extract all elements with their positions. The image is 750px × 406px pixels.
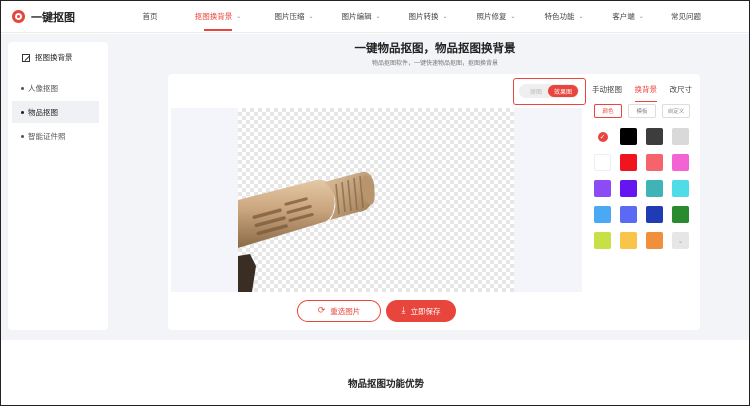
nav-item-label: 图片压缩 bbox=[274, 12, 305, 21]
sub-tab-1[interactable]: 模板 bbox=[628, 104, 656, 118]
color-swatch[interactable] bbox=[594, 154, 611, 171]
color-swatch[interactable] bbox=[594, 206, 611, 223]
sub-tab-2[interactable]: 自定义 bbox=[662, 104, 690, 118]
nav-item-label: 客户端 bbox=[612, 12, 635, 21]
color-swatch[interactable] bbox=[620, 154, 637, 171]
result-option[interactable]: 效果图 bbox=[548, 85, 578, 97]
color-swatch[interactable] bbox=[620, 128, 637, 145]
original-option[interactable]: 原图 bbox=[523, 84, 549, 98]
color-swatch[interactable] bbox=[646, 154, 663, 171]
color-swatch[interactable] bbox=[672, 128, 689, 145]
top-nav: 一键抠图 首页 抠图换背景 ⌄ 图片压缩 ⌄ 图片编辑 ⌄ 图片转换 ⌄ 照片修复 ⌄ 特色功能 ⌄ 客户… bbox=[1, 1, 749, 33]
tool-tab-1[interactable]: 换背景 bbox=[634, 84, 657, 102]
sidebar: 抠图换背景 人像抠图 物品抠图 智能证件照 bbox=[8, 42, 108, 330]
nav-item-label: 常见问题 bbox=[671, 12, 701, 21]
sub-tab-0[interactable]: 颜色 bbox=[594, 104, 622, 118]
save-label: 立即保存 bbox=[410, 306, 441, 316]
chevron-down-icon: ⌄ bbox=[308, 13, 314, 20]
color-swatch[interactable] bbox=[594, 180, 611, 197]
save-button[interactable]: ⤓ 立即保存 bbox=[386, 300, 456, 322]
page-title: 一键物品抠图，物品抠图换背景 bbox=[354, 41, 516, 55]
chevron-down-icon: ⌄ bbox=[677, 236, 684, 245]
nav-item-0[interactable]: 首页 bbox=[124, 1, 176, 33]
nav-item-7[interactable]: 客户端 ⌄ bbox=[598, 1, 658, 33]
nav-item-label: 首页 bbox=[142, 12, 158, 21]
refresh-icon: ⟳ bbox=[317, 306, 326, 316]
tool-tabs: 手动抠图 换背景 改尺寸 bbox=[592, 84, 693, 102]
chevron-down-icon: ⌄ bbox=[236, 13, 242, 20]
sidebar-list: 人像抠图 物品抠图 智能证件照 bbox=[8, 77, 108, 147]
color-swatch[interactable] bbox=[672, 180, 689, 197]
nav-item-1[interactable]: 抠图换背景 ⌄ bbox=[176, 1, 260, 33]
sidebar-item-0[interactable]: 人像抠图 bbox=[8, 77, 108, 99]
chevron-down-icon: ⌄ bbox=[638, 13, 644, 20]
chevron-down-icon: ⌄ bbox=[442, 13, 448, 20]
logo-icon bbox=[12, 10, 25, 23]
chevron-down-icon: ⌄ bbox=[510, 13, 516, 20]
transparent-preview bbox=[238, 108, 514, 292]
nav-menu: 首页 抠图换背景 ⌄ 图片压缩 ⌄ 图片编辑 ⌄ 图片转换 ⌄ 照片修复 ⌄ 特色功能 ⌄ 客户端 ⌄ 常见问… bbox=[124, 1, 714, 33]
logo[interactable]: 一键抠图 bbox=[12, 9, 124, 25]
color-swatch[interactable] bbox=[646, 206, 663, 223]
sidebar-title-label: 抠图换背景 bbox=[35, 53, 73, 62]
nav-item-label: 照片修复 bbox=[476, 12, 507, 21]
swatch-transparent[interactable]: ✓ bbox=[594, 128, 611, 145]
sidebar-item-1[interactable]: 物品抠图 bbox=[12, 101, 99, 123]
color-swatch[interactable] bbox=[672, 154, 689, 171]
swatch-more[interactable]: ⌄ bbox=[672, 232, 689, 249]
reselect-label: 重选图片 bbox=[330, 306, 361, 316]
nav-item-4[interactable]: 图片转换 ⌄ bbox=[394, 1, 462, 33]
brand-name: 一键抠图 bbox=[31, 10, 75, 24]
color-swatches: ✓ ⌄ bbox=[594, 128, 690, 249]
cutout-icon bbox=[22, 53, 30, 62]
page-subtitle: 物品抠图软件，一键快速物品抠图，抠图换背景 bbox=[371, 60, 498, 67]
chevron-down-icon: ⌄ bbox=[375, 13, 381, 20]
nav-item-label: 特色功能 bbox=[544, 12, 575, 21]
view-toggle-frame: 原图 效果图 bbox=[513, 78, 586, 105]
reselect-image-button[interactable]: ⟳ 重选图片 bbox=[297, 300, 381, 322]
nav-item-label: 图片编辑 bbox=[341, 12, 372, 21]
nav-item-3[interactable]: 图片编辑 ⌄ bbox=[328, 1, 394, 33]
chevron-down-icon: ⌄ bbox=[578, 13, 584, 20]
sidebar-item-2[interactable]: 智能证件照 bbox=[8, 125, 108, 147]
color-swatch[interactable] bbox=[646, 232, 663, 249]
nav-item-8[interactable]: 常见问题 bbox=[658, 1, 714, 33]
color-swatch[interactable] bbox=[646, 180, 663, 197]
color-swatch[interactable] bbox=[594, 232, 611, 249]
section-title: 物品抠图功能优势 bbox=[347, 379, 424, 390]
tool-tab-2[interactable]: 改尺寸 bbox=[670, 84, 693, 98]
check-icon: ✓ bbox=[597, 131, 608, 142]
tool-tab-0[interactable]: 手动抠图 bbox=[592, 84, 622, 98]
nav-item-6[interactable]: 特色功能 ⌄ bbox=[530, 1, 598, 33]
download-icon: ⤓ bbox=[401, 306, 406, 316]
color-swatch[interactable] bbox=[620, 232, 637, 249]
product-image bbox=[238, 171, 375, 292]
nav-item-2[interactable]: 图片压缩 ⌄ bbox=[260, 1, 328, 33]
nav-item-label: 图片转换 bbox=[408, 12, 439, 21]
nav-item-5[interactable]: 照片修复 ⌄ bbox=[462, 1, 530, 33]
sidebar-title: 抠图换背景 bbox=[22, 52, 108, 63]
color-swatch[interactable] bbox=[620, 180, 637, 197]
background-type-tabs: 颜色 模板 自定义 bbox=[594, 104, 690, 118]
nav-item-label: 抠图换背景 bbox=[194, 12, 233, 21]
view-toggle[interactable]: 原图 效果图 bbox=[519, 84, 579, 98]
color-swatch[interactable] bbox=[620, 206, 637, 223]
color-swatch[interactable] bbox=[646, 128, 663, 145]
color-swatch[interactable] bbox=[672, 206, 689, 223]
